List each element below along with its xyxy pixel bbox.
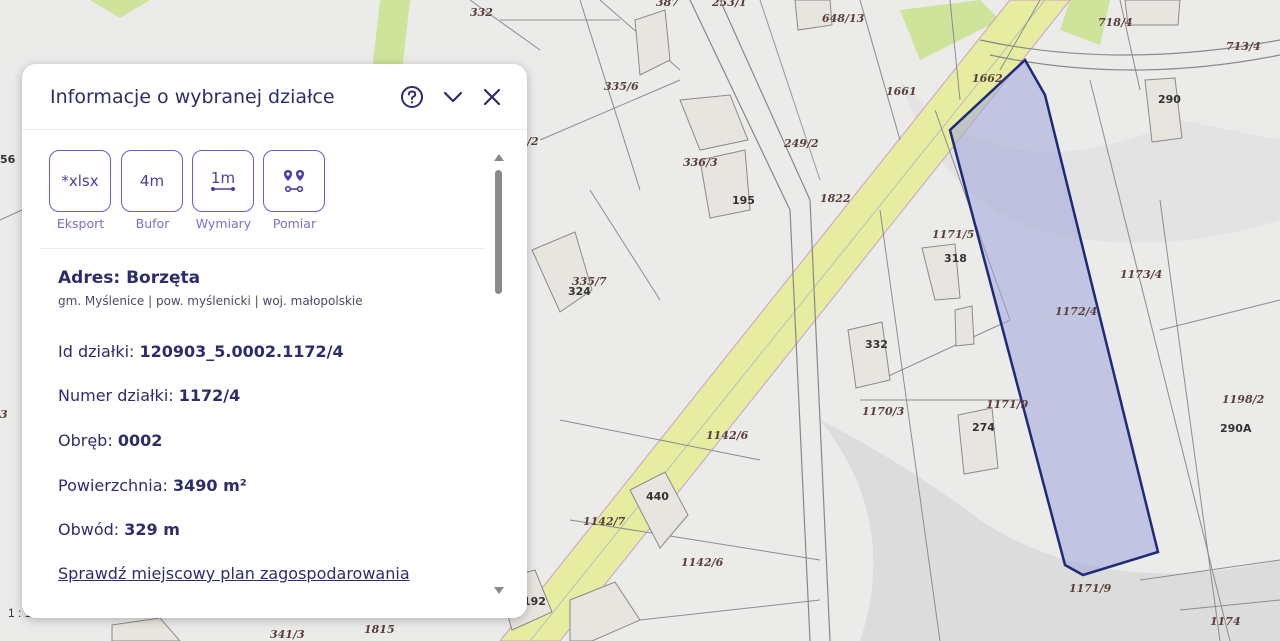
- scroll-down-arrow-icon[interactable]: [494, 587, 504, 594]
- dimensions-label-icon: 1m: [210, 169, 236, 187]
- building-number-label: 195: [732, 194, 755, 207]
- parcel-number-label: 1198/2: [1222, 393, 1265, 406]
- buffer-label-icon: 4m: [139, 172, 165, 190]
- parcel-number-label: /2: [526, 135, 539, 148]
- field-label: Powierzchnia:: [58, 476, 174, 495]
- parcel-details: Adres: Borzęta gm. Myślenice | pow. myśl…: [58, 268, 478, 583]
- buffer-button[interactable]: 4m: [121, 150, 183, 212]
- parcel-number-label: 1142/7: [583, 515, 626, 528]
- parcel-number-label: 1815: [364, 623, 395, 636]
- measure-tool[interactable]: Pomiar: [263, 150, 326, 231]
- dimensions-button[interactable]: 1m: [192, 150, 254, 212]
- scrollbar[interactable]: [493, 154, 505, 594]
- tool-label-dimensions: Wymiary: [195, 216, 252, 231]
- parcel-number-label: 1142/6: [681, 556, 724, 569]
- field-value: 0002: [117, 431, 163, 450]
- panel-title: Informacje o wybranej działce: [50, 86, 335, 108]
- parcel-number-label: 253/1: [711, 0, 747, 9]
- parcel-number-label: 335/6: [604, 80, 639, 93]
- field-value: 3490 m²: [173, 476, 247, 495]
- help-circle-icon[interactable]: [399, 84, 425, 110]
- parcel-number-label: 341/3: [270, 628, 305, 641]
- tool-label-measure: Pomiar: [272, 216, 317, 231]
- parcel-number-label: 1662: [972, 72, 1003, 85]
- field-parcel-number: Numer działki: 1172/4: [58, 386, 240, 405]
- building: [957, 407, 999, 475]
- building-number-label: 290A: [1220, 422, 1252, 435]
- building: [847, 321, 891, 389]
- close-icon[interactable]: [479, 84, 505, 110]
- parcel-number-label: 3: [0, 408, 8, 421]
- parcel-number-label: 713/4: [1226, 40, 1261, 53]
- building-number-label: 290: [1158, 93, 1181, 106]
- parcel-number-label: 1174: [1210, 615, 1241, 628]
- divider: [40, 248, 485, 249]
- parcel-number-label: 1173/4: [1120, 268, 1162, 281]
- building-number-label: 324: [568, 285, 591, 298]
- parcel-number-label: 1661: [886, 85, 917, 98]
- map-pin-route-icon: [284, 170, 304, 193]
- panel-header: Informacje o wybranej działce: [22, 64, 527, 130]
- field-value: 120903_5.0002.1172/4: [139, 342, 344, 361]
- parcel-number-label: 648/13: [822, 12, 865, 25]
- measure-button[interactable]: [263, 150, 325, 212]
- field-precinct: Obręb: 0002: [58, 431, 162, 450]
- parcel-number-label: 332: [470, 6, 493, 19]
- field-value: 1172/4: [178, 386, 241, 405]
- field-label: Id działki:: [58, 342, 140, 361]
- ruler-icon: 1m: [211, 170, 235, 192]
- field-perimeter: Obwód: 329 m: [58, 520, 180, 539]
- parcel-number-label: 387: [656, 0, 679, 9]
- building-number-label: 274: [972, 421, 995, 434]
- building-number-label: 318: [944, 252, 967, 265]
- export-tool[interactable]: *xlsx Eksport: [49, 150, 112, 231]
- scroll-up-arrow-icon[interactable]: [494, 154, 504, 161]
- address-title: Adres: Borzęta: [58, 268, 201, 288]
- building: [954, 305, 975, 347]
- building-number-label: 56: [0, 153, 16, 166]
- parcel-number-label: 1170/3: [862, 405, 905, 418]
- field-label: Obręb:: [58, 431, 118, 450]
- field-parcel-id: Id działki: 120903_5.0002.1172/4: [58, 342, 344, 361]
- parcel-number-label: 1171/9: [986, 398, 1029, 411]
- parcel-number-label: 1171/5: [932, 228, 974, 241]
- scroll-thumb[interactable]: [495, 170, 502, 294]
- field-label: Numer działki:: [58, 386, 179, 405]
- parcel-info-panel: Informacje o wybranej działce *xlsx Eksp…: [22, 64, 527, 618]
- tool-label-buffer: Bufor: [135, 216, 170, 231]
- parcel-number-label: 1171/9: [1069, 582, 1112, 595]
- chevron-down-icon[interactable]: [440, 84, 466, 110]
- export-label-icon: *xlsx: [61, 172, 99, 190]
- parcel-number-label: 1142/6: [706, 429, 749, 442]
- building: [1124, 0, 1181, 26]
- address-subtitle: gm. Myślenice | pow. myślenicki | woj. m…: [58, 294, 363, 308]
- parcel-number-label: 1822: [820, 192, 851, 205]
- export-xlsx-button[interactable]: *xlsx: [49, 150, 111, 212]
- parcel-number-label: 336/3: [683, 156, 718, 169]
- buffer-tool[interactable]: 4m Bufor: [121, 150, 184, 231]
- building: [1144, 77, 1183, 143]
- building-number-label: 440: [646, 490, 669, 503]
- tool-label-export: Eksport: [56, 216, 105, 231]
- zoning-plan-link[interactable]: Sprawdź miejscowy plan zagospodarowania: [58, 564, 410, 583]
- building-number-label: 332: [865, 338, 888, 351]
- parcel-number-label: 718/4: [1098, 16, 1133, 29]
- dimensions-tool[interactable]: 1m Wymiary: [192, 150, 255, 231]
- field-value: 329 m: [124, 520, 180, 539]
- parcel-number-label: 249/2: [783, 137, 819, 150]
- parcel-number-label: 1172/4: [1055, 305, 1097, 318]
- field-area: Powierzchnia: 3490 m²: [58, 476, 247, 495]
- field-label: Obwód:: [58, 520, 125, 539]
